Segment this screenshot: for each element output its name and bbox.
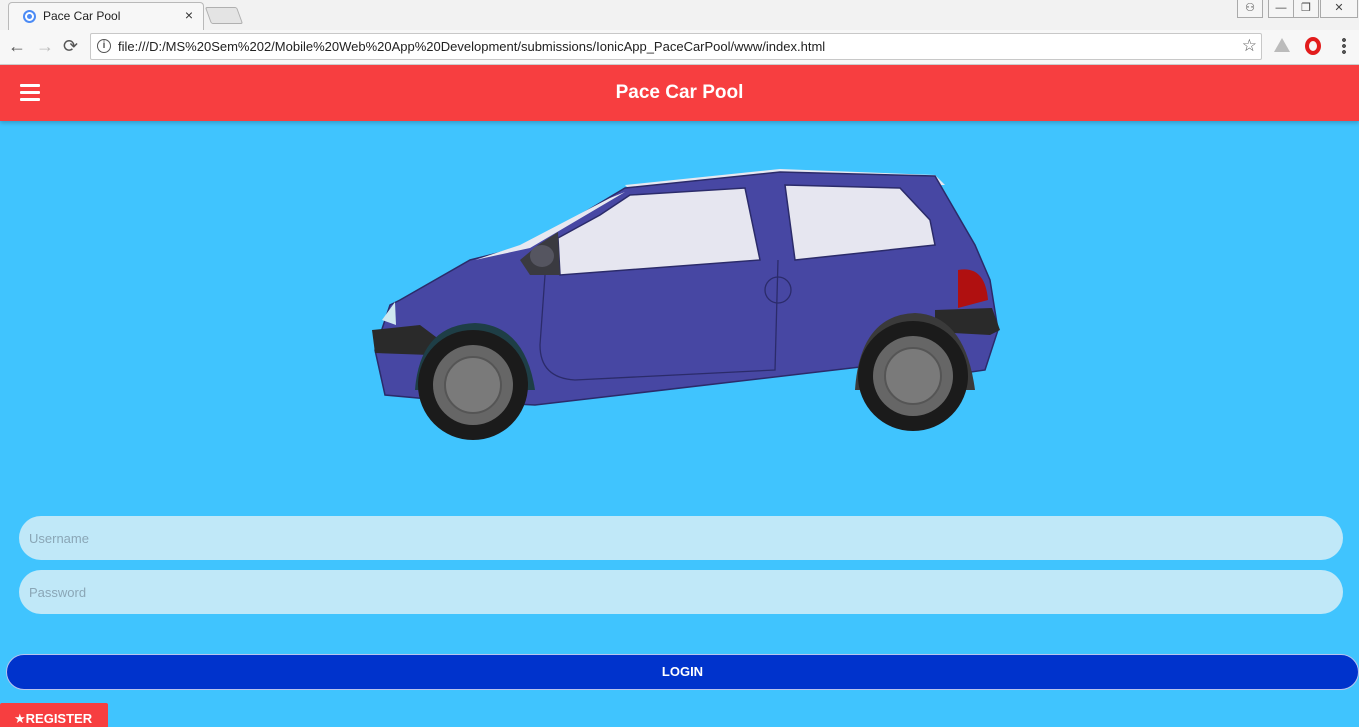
profile-icon[interactable]: ⚇ <box>1237 0 1263 18</box>
login-button[interactable]: LOGIN <box>6 654 1359 690</box>
register-button[interactable]: ★REGISTER <box>0 703 108 727</box>
site-info-icon[interactable]: i <box>97 39 111 53</box>
tab-favicon-icon <box>23 10 36 23</box>
tab-title: Pace Car Pool <box>43 9 121 23</box>
page-title: Pace Car Pool <box>615 82 744 103</box>
rear-wheel <box>858 321 968 431</box>
close-window-button[interactable]: ✕ <box>1320 0 1358 18</box>
forward-icon[interactable]: → <box>36 36 54 56</box>
browser-tab[interactable]: Pace Car Pool × <box>8 2 204 30</box>
app-header: Pace Car Pool <box>0 65 1359 121</box>
restore-button[interactable]: ❐ <box>1293 0 1319 18</box>
username-field[interactable] <box>19 516 1343 560</box>
reload-icon[interactable]: ⟳ <box>63 36 78 56</box>
password-field[interactable] <box>19 570 1343 614</box>
new-tab-button[interactable] <box>204 7 244 24</box>
browser-tab-strip: Pace Car Pool × ⚇ — ❐ ✕ <box>0 0 1359 30</box>
minimize-button[interactable]: — <box>1268 0 1294 18</box>
url-text[interactable]: file:///D:/MS%20Sem%202/Mobile%20Web%20A… <box>118 39 825 54</box>
address-bar[interactable]: i file:///D:/MS%20Sem%202/Mobile%20Web%2… <box>90 33 1262 60</box>
bookmark-star-icon[interactable]: ☆ <box>1242 36 1257 56</box>
username-input[interactable] <box>19 516 1343 560</box>
front-wheel <box>418 330 528 440</box>
browser-toolbar: ← → ⟳ i file:///D:/MS%20Sem%202/Mobile%2… <box>0 30 1359 65</box>
password-input[interactable] <box>19 570 1343 614</box>
tab-close-icon[interactable]: × <box>185 7 193 23</box>
opera-extension-icon[interactable] <box>1305 37 1321 55</box>
car-illustration <box>372 169 1000 440</box>
browser-menu-icon[interactable] <box>1342 37 1346 55</box>
back-icon[interactable]: ← <box>8 36 26 56</box>
